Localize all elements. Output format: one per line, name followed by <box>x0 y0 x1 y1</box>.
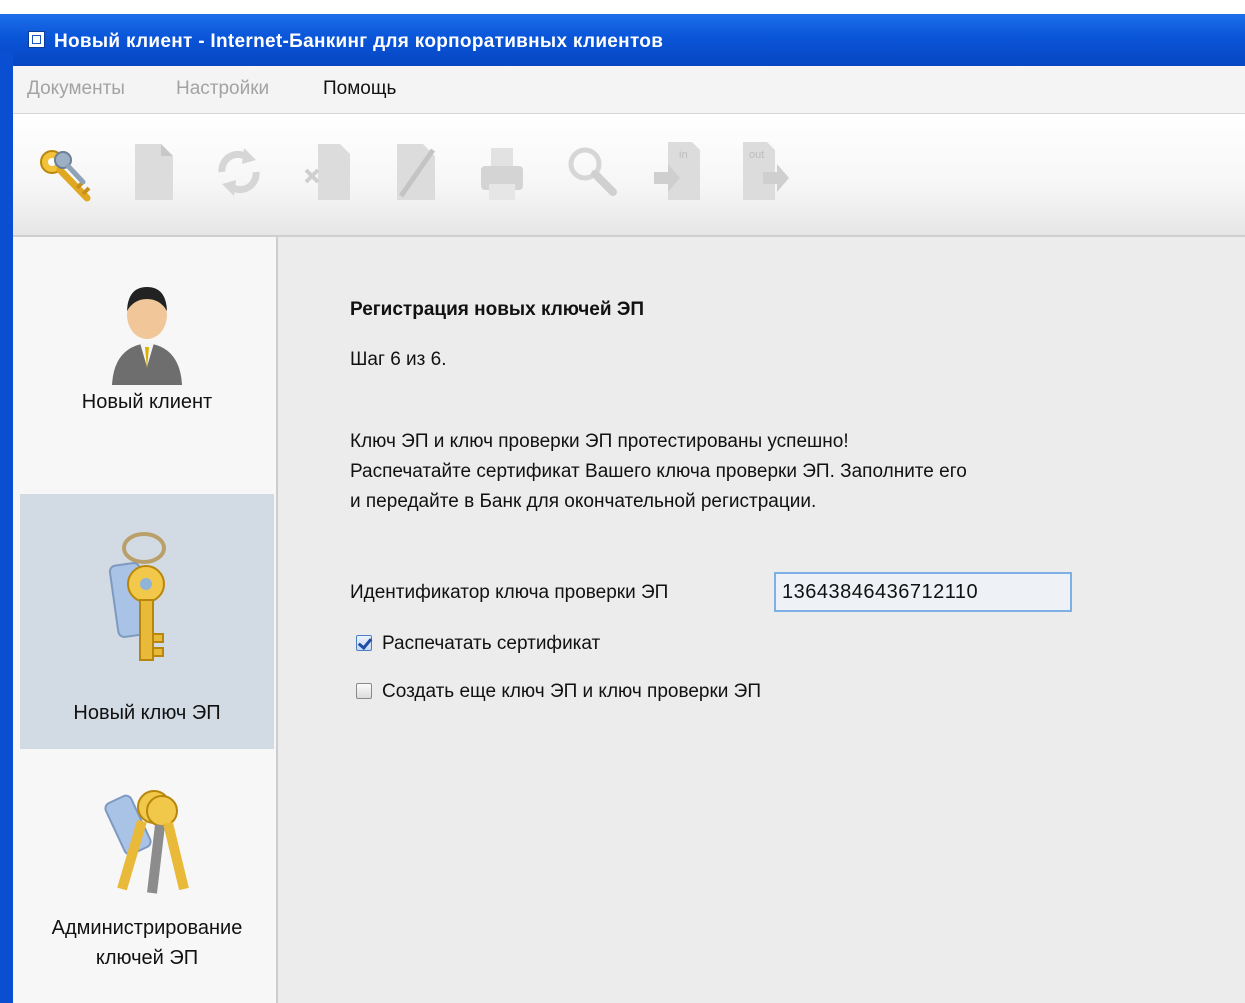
sidebar-item-label-line2: ключей ЭП <box>95 947 199 969</box>
export-label: out <box>749 149 764 161</box>
app-icon <box>28 31 45 48</box>
print-certificate-checkbox[interactable]: Распечатать сертификат <box>356 633 600 655</box>
menu-bar: Документы Настройки Помощь <box>13 66 1245 114</box>
window-frame <box>0 52 13 1003</box>
sidebar-item-label-line1: Администрирование <box>51 917 243 939</box>
checkbox-unchecked-icon[interactable] <box>356 683 372 699</box>
sidebar-item-label: Новый ключ ЭП <box>73 702 221 724</box>
checkbox-checked-icon[interactable] <box>356 635 372 651</box>
import-icon[interactable]: in <box>646 132 708 212</box>
search-icon[interactable] <box>559 132 621 212</box>
sidebar: Новый клиент Новый ключ ЭП Администриров… <box>13 237 278 1003</box>
import-label: in <box>679 149 688 161</box>
create-another-key-checkbox[interactable]: Создать еще ключ ЭП и ключ проверки ЭП <box>356 681 761 703</box>
title-bar[interactable]: Новый клиент - Internet-Банкинг для корп… <box>0 0 1245 66</box>
step-indicator: Шаг 6 из 6. <box>350 349 447 370</box>
new-document-icon[interactable] <box>121 132 183 212</box>
sidebar-item-key-admin[interactable]: Администрирование ключей ЭП <box>20 777 274 1003</box>
keys-bundle-icon <box>104 790 189 894</box>
content-panel: Регистрация новых ключей ЭП Шаг 6 из 6. … <box>278 237 1245 1003</box>
sidebar-item-label: Новый клиент <box>81 391 213 413</box>
menu-settings[interactable]: Настройки <box>176 78 269 100</box>
refresh-icon[interactable] <box>208 132 270 212</box>
window-title: Новый клиент - Internet-Банкинг для корп… <box>54 31 664 52</box>
menu-documents[interactable]: Документы <box>27 78 125 100</box>
sidebar-item-new-client[interactable]: Новый клиент <box>20 277 274 467</box>
message-line: Ключ ЭП и ключ проверки ЭП протестирован… <box>350 431 849 452</box>
delete-document-icon[interactable] <box>296 132 358 212</box>
export-icon[interactable]: out <box>733 132 795 212</box>
status-message: Ключ ЭП и ключ проверки ЭП протестирован… <box>350 427 1170 517</box>
toolbar: in out <box>13 114 1245 237</box>
app-window: Новый клиент - Internet-Банкинг для корп… <box>0 0 1245 1003</box>
message-line: Распечатайте сертификат Вашего ключа про… <box>350 461 967 482</box>
key-id-field[interactable]: 13643846436712110 <box>774 572 1072 612</box>
user-icon <box>112 287 182 385</box>
sidebar-item-new-key[interactable]: Новый ключ ЭП <box>20 494 274 749</box>
checkbox-label: Распечатать сертификат <box>382 633 601 654</box>
message-line: и передайте в Банк для окончательной рег… <box>350 491 817 512</box>
edit-document-icon[interactable] <box>383 132 445 212</box>
page-title: Регистрация новых ключей ЭП <box>350 299 645 320</box>
keys-icon[interactable] <box>35 132 97 212</box>
menu-help[interactable]: Помощь <box>323 78 396 100</box>
printer-icon[interactable] <box>471 132 533 212</box>
key-icon <box>108 532 166 661</box>
key-id-label: Идентификатор ключа проверки ЭП <box>350 582 669 603</box>
checkbox-label: Создать еще ключ ЭП и ключ проверки ЭП <box>382 681 761 702</box>
